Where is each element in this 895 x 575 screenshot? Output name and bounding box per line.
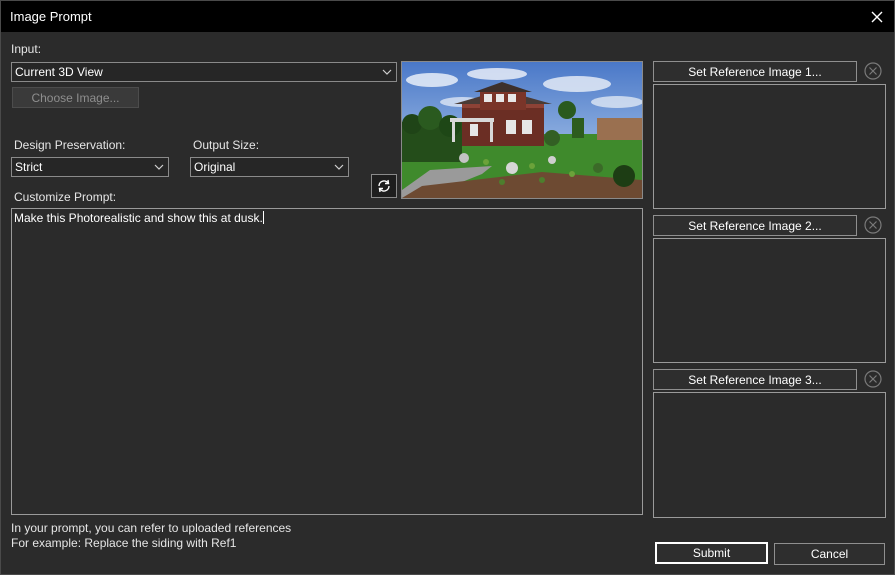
reference-image-1-box — [653, 84, 886, 209]
text-caret — [262, 211, 264, 224]
clear-reference-1-button[interactable] — [861, 60, 885, 82]
title-bar: Image Prompt — [1, 1, 894, 32]
clear-circle-icon — [864, 370, 882, 388]
input-label: Input: — [11, 42, 42, 56]
hint-line-2: For example: Replace the siding with Ref… — [11, 536, 237, 550]
house-render-image — [402, 62, 642, 198]
reference-image-3-box — [653, 392, 886, 518]
window-title: Image Prompt — [10, 9, 92, 24]
set-reference-image-1-button[interactable]: Set Reference Image 1... — [653, 61, 857, 82]
input-select[interactable]: Current 3D View — [11, 62, 397, 82]
output-size-label: Output Size: — [193, 138, 260, 152]
reference-image-2-box — [653, 238, 886, 363]
refresh-icon — [378, 179, 390, 193]
prompt-text: Make this Photorealistic and show this a… — [14, 211, 263, 225]
output-size-select[interactable]: Original — [190, 157, 349, 177]
preview-image — [401, 61, 643, 199]
set-reference-image-3-button[interactable]: Set Reference Image 3... — [653, 369, 857, 390]
output-size-value: Original — [194, 160, 236, 174]
design-preservation-value: Strict — [15, 160, 43, 174]
prompt-textarea[interactable]: Make this Photorealistic and show this a… — [11, 208, 643, 515]
design-preservation-label: Design Preservation: — [14, 138, 126, 152]
clear-circle-icon — [864, 62, 882, 80]
refresh-preview-button[interactable] — [371, 174, 397, 198]
hint-line-1: In your prompt, you can refer to uploade… — [11, 521, 292, 535]
chevron-down-icon — [154, 164, 164, 170]
clear-reference-2-button[interactable] — [861, 214, 885, 236]
design-preservation-select[interactable]: Strict — [11, 157, 169, 177]
chevron-down-icon — [382, 69, 392, 75]
chevron-down-icon — [334, 164, 344, 170]
set-reference-image-2-button[interactable]: Set Reference Image 2... — [653, 215, 857, 236]
cancel-button[interactable]: Cancel — [774, 543, 885, 565]
clear-reference-3-button[interactable] — [861, 368, 885, 390]
image-prompt-dialog: Image Prompt Input: Current 3D View Choo… — [0, 0, 895, 575]
customize-prompt-label: Customize Prompt: — [14, 190, 117, 204]
choose-image-button[interactable]: Choose Image... — [12, 87, 139, 108]
submit-button[interactable]: Submit — [655, 542, 768, 564]
close-button[interactable] — [862, 1, 892, 32]
input-select-value: Current 3D View — [15, 65, 103, 79]
close-icon — [871, 11, 883, 22]
clear-circle-icon — [864, 216, 882, 234]
